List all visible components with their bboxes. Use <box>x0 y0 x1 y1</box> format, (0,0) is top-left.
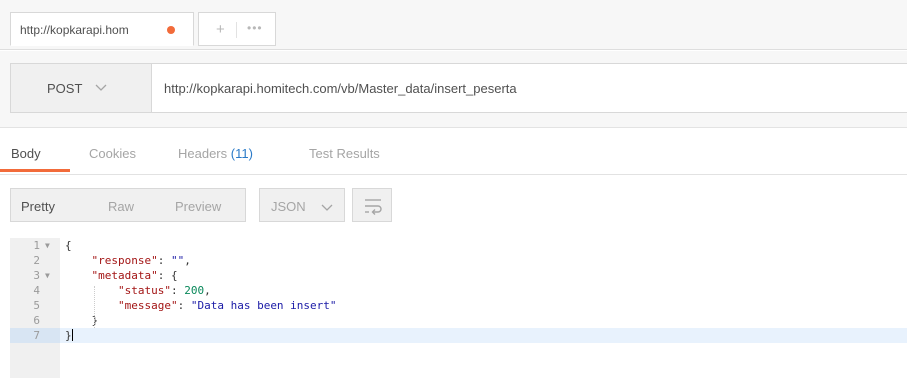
more-options-icon[interactable]: ••• <box>247 21 263 35</box>
url-bar: POST <box>0 51 907 128</box>
code-line: 4 "status": 200, <box>10 283 907 298</box>
line-number: 4 <box>33 284 40 297</box>
indent-guide <box>94 286 95 328</box>
line-number: 6 <box>33 314 40 327</box>
format-select[interactable]: JSON <box>259 188 345 222</box>
code-line-active: 7 } <box>10 328 907 343</box>
tab-headers[interactable]: Headers (11) <box>178 146 253 161</box>
line-number: 5 <box>33 299 40 312</box>
fold-toggle-icon[interactable]: ▼ <box>45 238 50 253</box>
json-brace: } <box>65 329 72 342</box>
method-select[interactable]: POST <box>10 63 152 113</box>
tab-actions: + ••• <box>198 12 276 46</box>
json-string: "" <box>170 254 185 267</box>
request-tab-bar: http://kopkarapi.hom + ••• <box>0 0 907 50</box>
url-input[interactable] <box>152 63 907 113</box>
json-key: "response" <box>91 254 158 267</box>
method-label: POST <box>47 81 83 96</box>
view-mode-selector: Pretty Raw Preview <box>10 188 246 222</box>
pretty-button[interactable]: Pretty <box>21 199 55 214</box>
headers-count-badge: (11) <box>230 146 253 161</box>
unsaved-indicator-icon <box>167 26 175 34</box>
tab-cookies[interactable]: Cookies <box>89 146 136 161</box>
chevron-down-icon <box>95 84 107 91</box>
json-string: "Data has been insert" <box>190 299 337 312</box>
preview-button[interactable]: Preview <box>175 199 221 214</box>
line-number: 1 <box>33 239 40 252</box>
json-key: "message" <box>117 299 178 312</box>
code-line: 1 ▼ { <box>10 238 907 253</box>
text-caret <box>71 329 73 341</box>
wrap-lines-icon <box>365 199 382 215</box>
line-number: 7 <box>33 329 40 342</box>
line-number: 3 <box>33 269 40 282</box>
chevron-down-icon <box>321 204 333 211</box>
tab-test-results[interactable]: Test Results <box>309 146 380 161</box>
line-number: 2 <box>33 254 40 267</box>
response-toolbar: Pretty Raw Preview JSON <box>0 176 907 236</box>
format-label: JSON <box>271 199 306 214</box>
code-line: 3 ▼ "metadata": { <box>10 268 907 283</box>
add-tab-icon[interactable]: + <box>216 21 225 38</box>
code-line: 5 "message": "Data has been insert" <box>10 298 907 313</box>
active-tab-indicator <box>0 169 70 172</box>
code-line: 2 "response": "", <box>10 253 907 268</box>
code-line: 6 } <box>10 313 907 328</box>
fold-toggle-icon[interactable]: ▼ <box>45 268 50 283</box>
json-brace: { <box>65 239 72 252</box>
response-tabs: Body Cookies Headers (11) Test Results <box>0 129 907 175</box>
postman-window: http://kopkarapi.hom + ••• POST Body Coo… <box>0 0 907 378</box>
response-body-editor[interactable]: 1 ▼ { 2 "response": "", 3 ▼ "metadata": { … <box>10 238 907 378</box>
json-number: 200 <box>184 284 205 297</box>
wrap-lines-button[interactable] <box>352 188 392 222</box>
tab-body[interactable]: Body <box>11 146 41 161</box>
tab-headers-label: Headers <box>178 146 228 161</box>
json-key: "status" <box>117 284 171 297</box>
request-tab[interactable]: http://kopkarapi.hom <box>10 12 194 46</box>
tab-actions-divider <box>236 22 237 38</box>
raw-button[interactable]: Raw <box>108 199 134 214</box>
json-key: "metadata" <box>91 269 158 282</box>
request-tab-label: http://kopkarapi.hom <box>20 23 129 37</box>
